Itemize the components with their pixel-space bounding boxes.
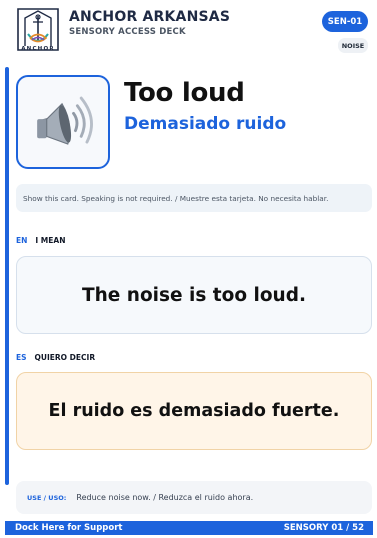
speaker-loud-icon [37,96,93,145]
card-footer: Dock Here for Support SENSORY 01 / 52 [5,521,373,535]
english-phrase-box: The noise is too loud. [16,256,372,334]
english-code: EN [16,236,28,245]
logo-wordmark: ANCHOR [21,46,55,52]
card-title: Too loud [124,78,245,108]
instruction-notice: Show this card. Speaking is not required… [16,184,372,212]
accent-bar [5,67,9,485]
card-index: SENSORY 01 / 52 [283,523,364,533]
spanish-code: ES [16,353,27,362]
spanish-phrase-box: El ruido es demasiado fuerte. [16,372,372,450]
spanish-phrase: El ruido es demasiado fuerte. [48,401,340,421]
card-header: ANCHOR ANCHOR ARKANSAS SENSORY ACCESS DE… [0,0,377,62]
card-code-badge: SEN-01 [322,11,368,32]
english-label: I MEAN [35,236,66,245]
spanish-section-label: ES QUIERO DECIR [16,353,95,362]
spanish-label: QUIERO DECIR [34,353,96,362]
english-section-label: EN I MEAN [16,236,65,245]
dock-support-link[interactable]: Dock Here for Support [15,523,122,533]
category-badge: NOISE [338,38,368,53]
card-subtitle: Demasiado ruido [124,114,287,134]
deck-name: SENSORY ACCESS DECK [69,27,186,37]
usage-label: USE / USO: [27,493,67,502]
english-phrase: The noise is too loud. [82,284,306,306]
usage-box: USE / USO: Reduce noise now. / Reduzca e… [16,481,372,514]
sensory-card: ANCHOR ANCHOR ARKANSAS SENSORY ACCESS DE… [0,0,377,538]
hero-icon-box [16,75,110,169]
usage-text: Reduce noise now. / Reduzca el ruido aho… [76,493,254,502]
brand-title: ANCHOR ARKANSAS [69,9,231,25]
